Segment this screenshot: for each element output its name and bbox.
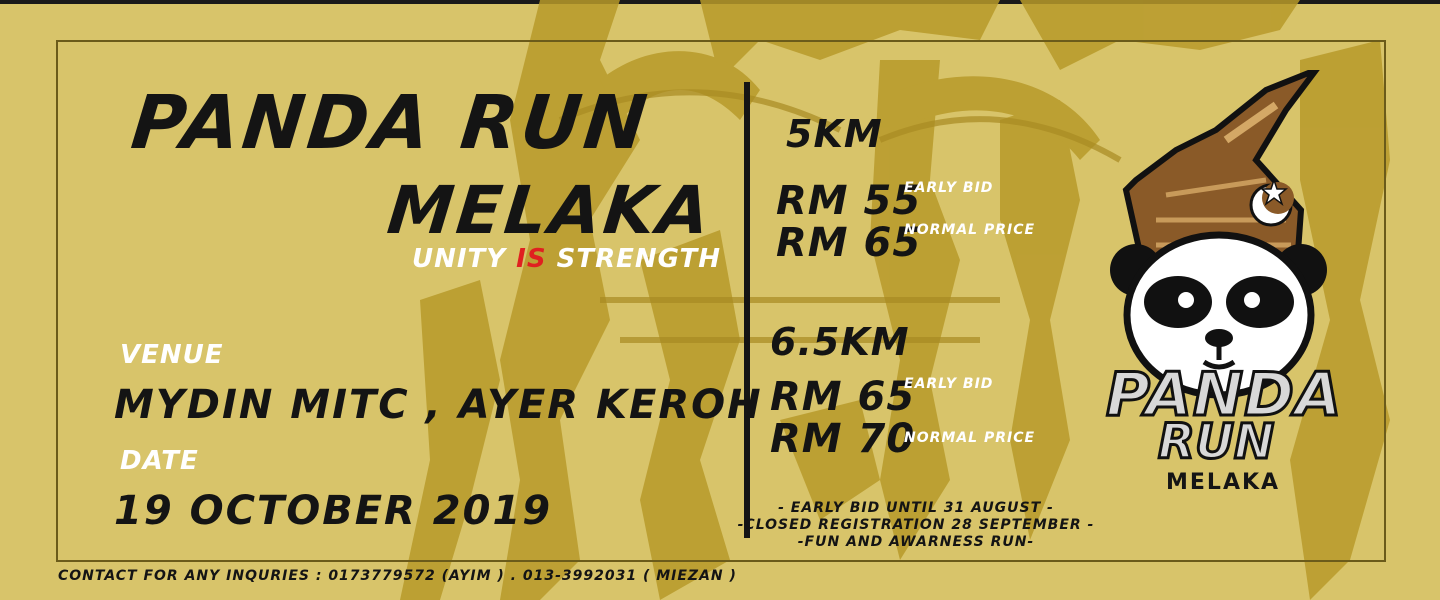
tagline-highlight: IS (516, 244, 547, 274)
event-tagline: UNITY IS STRENGTH (412, 244, 721, 274)
date-label: DATE (120, 446, 199, 476)
logo-city: MELAKA (1166, 470, 1281, 495)
event-title-line1: PANDA RUN (127, 80, 654, 166)
price-5km-normal: RM 65 (776, 220, 922, 266)
category-distance-5km: 5KM (786, 112, 883, 156)
tagline-part2: STRENGTH (546, 244, 722, 274)
date-value: 19 OCTOBER 2019 (114, 488, 553, 534)
category-distance-6-5km: 6.5KM (770, 320, 910, 364)
note-fun-run: -FUN AND AWARNESS RUN- (797, 534, 1035, 550)
note-closed-registration: -CLOSED REGISTRATION 28 SEPTEMBER - (737, 517, 1095, 533)
price-label-6-5km-early: EARLY BID (904, 376, 994, 392)
vertical-divider (744, 82, 750, 538)
price-label-6-5km-normal: NORMAL PRICE (904, 430, 1036, 446)
venue-value: MYDIN MITC , AYER KEROH (114, 382, 763, 428)
price-6-5km-early: RM 65 (770, 374, 916, 420)
tagline-part1: UNITY (412, 244, 517, 274)
price-label-5km-normal: NORMAL PRICE (904, 222, 1036, 238)
price-label-5km-early: EARLY BID (904, 180, 994, 196)
price-6-5km-normal: RM 70 (770, 416, 916, 462)
venue-label: VENUE (120, 340, 224, 370)
contact-info: CONTACT FOR ANY INQURIES : 0173779572 (A… (58, 568, 737, 584)
event-title-line2: MELAKA (383, 172, 717, 249)
note-early-bid: - EARLY BID UNTIL 31 AUGUST - (778, 500, 1054, 516)
logo-word-run: RUN (1156, 413, 1275, 472)
price-5km-early: RM 55 (776, 178, 922, 224)
